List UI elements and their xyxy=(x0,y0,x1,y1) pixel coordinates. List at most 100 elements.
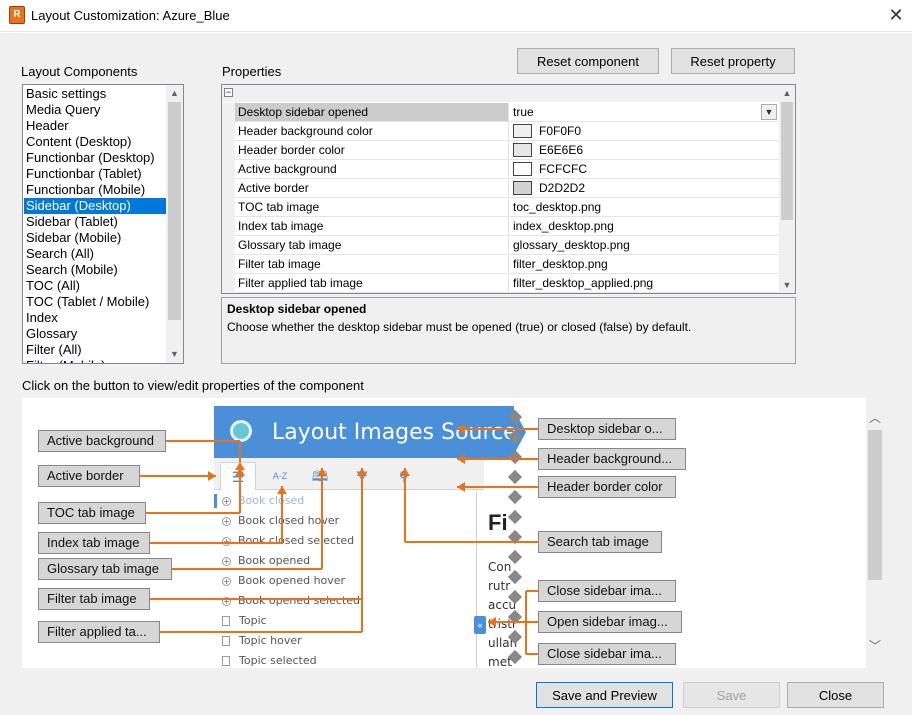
property-name[interactable]: Glossary tab image xyxy=(235,236,509,255)
annotation-button[interactable]: Header border color xyxy=(538,476,676,498)
property-name[interactable]: Desktop sidebar opened xyxy=(235,103,509,122)
annotation-button[interactable]: Close sidebar ima... xyxy=(538,643,676,665)
component-list-item[interactable]: Media Query xyxy=(24,102,166,118)
property-row[interactable]: Filter applied tab image filter_desktop_a… xyxy=(222,274,779,293)
preview-scrollbar[interactable]: ︿ ﹀ xyxy=(866,408,884,660)
property-value[interactable]: true xyxy=(510,103,779,122)
scroll-down-icon[interactable]: ▼ xyxy=(166,346,183,362)
annotation-button[interactable]: Active background xyxy=(38,430,166,452)
component-list-item[interactable]: Search (Mobile) xyxy=(24,262,166,278)
reset-component-button[interactable]: Reset component xyxy=(517,48,659,74)
dropdown-arrow-icon[interactable]: ▼ xyxy=(761,104,777,120)
index-tab-icon[interactable]: A-Z xyxy=(262,462,298,490)
annotation-button[interactable]: Header background... xyxy=(538,448,686,470)
annotation-button[interactable]: Filter tab image xyxy=(38,588,150,610)
toc-tab-icon[interactable]: ☰ xyxy=(220,462,256,490)
property-row[interactable]: Glossary tab image glossary_desktop.png xyxy=(222,236,779,255)
component-list-item[interactable]: Filter (Mobile) xyxy=(24,358,166,363)
color-swatch[interactable] xyxy=(513,180,532,195)
layout-components-list[interactable]: Basic settings Media Query Header Content (… xyxy=(22,84,184,364)
component-list-item[interactable]: Functionbar (Desktop) xyxy=(24,150,166,166)
property-value[interactable]: glossary_desktop.png xyxy=(510,236,779,255)
property-row[interactable]: TOC tab image toc_desktop.png xyxy=(222,198,779,217)
mock-toc-item-label: Book opened xyxy=(238,554,311,567)
mock-toc-item: + Book closed xyxy=(222,491,304,511)
scroll-down-icon[interactable]: ﹀ xyxy=(866,638,884,654)
component-list-item[interactable]: TOC (All) xyxy=(24,278,166,294)
component-list-item[interactable]: Functionbar (Mobile) xyxy=(24,182,166,198)
component-list-item[interactable]: Sidebar (Mobile) xyxy=(24,230,166,246)
component-list-item[interactable]: Content (Desktop) xyxy=(24,134,166,150)
collapse-icon[interactable]: − xyxy=(224,88,233,97)
component-list-item[interactable]: Basic settings xyxy=(24,86,166,102)
property-name[interactable]: Filter applied tab image xyxy=(235,274,509,293)
component-list-item[interactable]: Header xyxy=(24,118,166,134)
scroll-down-icon[interactable]: ▼ xyxy=(779,277,795,293)
filter-tab-icon[interactable]: ⛛ xyxy=(344,462,380,490)
property-name[interactable]: Active border xyxy=(235,179,509,198)
property-value[interactable]: D2D2D2 xyxy=(510,179,779,198)
annotation-button[interactable]: Search tab image xyxy=(538,531,662,553)
property-value[interactable]: toc_desktop.png xyxy=(510,198,779,217)
component-list-item[interactable]: Search (All) xyxy=(24,246,166,262)
component-list-item[interactable]: Functionbar (Tablet) xyxy=(24,166,166,182)
mock-toc-item-label: Topic hover xyxy=(239,634,302,647)
annotation-button[interactable]: Filter applied ta... xyxy=(38,621,160,643)
scroll-thumb[interactable] xyxy=(781,102,793,220)
property-row[interactable]: Index tab image index_desktop.png xyxy=(222,217,779,236)
property-name[interactable]: Header border color xyxy=(235,141,509,160)
search-tab-icon[interactable]: ⚲ xyxy=(386,462,422,490)
component-list-item[interactable]: Sidebar (Desktop) xyxy=(24,198,166,214)
annotation-button[interactable]: Close sidebar ima... xyxy=(538,580,676,602)
save-and-preview-button[interactable]: Save and Preview xyxy=(536,682,673,708)
property-name[interactable]: Active background xyxy=(235,160,509,179)
property-grid[interactable]: − Desktop sidebar opened true ▼ Header back… xyxy=(221,84,796,294)
annotation-button[interactable]: Desktop sidebar o... xyxy=(538,418,676,440)
expand-icon: + xyxy=(222,517,231,526)
property-row[interactable]: Header background color F0F0F0 xyxy=(222,122,779,141)
property-row[interactable]: Header border color E6E6E6 xyxy=(222,141,779,160)
property-name[interactable]: Header background color xyxy=(235,122,509,141)
annotation-button[interactable]: Open sidebar imag... xyxy=(538,611,682,633)
close-button[interactable]: Close xyxy=(787,682,884,708)
expand-icon: + xyxy=(222,537,231,546)
scroll-up-icon[interactable]: ︿ xyxy=(866,410,884,426)
scroll-up-icon[interactable]: ▲ xyxy=(779,85,795,101)
property-name[interactable]: Filter tab image xyxy=(235,255,509,274)
property-row[interactable]: Filter tab image filter_desktop.png xyxy=(222,255,779,274)
component-list-item[interactable]: Sidebar (Tablet) xyxy=(24,214,166,230)
component-list-item[interactable]: Index xyxy=(24,310,166,326)
properties-scrollbar[interactable]: ▲ ▼ xyxy=(779,85,795,293)
annotation-button[interactable]: Active border xyxy=(38,465,140,487)
property-value[interactable]: index_desktop.png xyxy=(510,217,779,236)
scroll-up-icon[interactable]: ▲ xyxy=(166,85,183,101)
property-value[interactable]: filter_desktop.png xyxy=(510,255,779,274)
close-window-icon[interactable]: ✕ xyxy=(884,4,908,28)
property-row[interactable]: Active border D2D2D2 xyxy=(222,179,779,198)
scroll-thumb[interactable] xyxy=(168,102,181,320)
property-row[interactable]: Active background FCFCFC xyxy=(222,160,779,179)
property-value[interactable]: filter_desktop_applied.png xyxy=(510,274,779,293)
mock-title: Layout Images Source xyxy=(272,420,517,445)
color-swatch[interactable] xyxy=(513,123,532,138)
glossary-tab-icon[interactable]: 🕮 xyxy=(302,462,338,490)
annotation-button[interactable]: TOC tab image xyxy=(38,502,146,524)
color-swatch[interactable] xyxy=(513,161,532,176)
component-list-item[interactable]: TOC (Tablet / Mobile) xyxy=(24,294,166,310)
scroll-thumb[interactable] xyxy=(868,430,882,580)
property-name[interactable]: TOC tab image xyxy=(235,198,509,217)
annotation-button[interactable]: Index tab image xyxy=(38,532,150,554)
collapse-sidebar-icon[interactable]: « xyxy=(474,616,486,634)
color-swatch[interactable] xyxy=(513,142,532,157)
save-button[interactable]: Save xyxy=(683,682,780,708)
property-row[interactable]: Desktop sidebar opened true ▼ xyxy=(222,103,779,122)
property-name[interactable]: Index tab image xyxy=(235,217,509,236)
annotation-button[interactable]: Glossary tab image xyxy=(38,558,172,580)
property-value[interactable]: F0F0F0 xyxy=(510,122,779,141)
components-scrollbar[interactable]: ▲ ▼ xyxy=(166,85,183,363)
property-value[interactable]: E6E6E6 xyxy=(510,141,779,160)
reset-property-button[interactable]: Reset property xyxy=(671,48,795,74)
component-list-item[interactable]: Glossary xyxy=(24,326,166,342)
property-value[interactable]: FCFCFC xyxy=(510,160,779,179)
component-list-item[interactable]: Filter (All) xyxy=(24,342,166,358)
